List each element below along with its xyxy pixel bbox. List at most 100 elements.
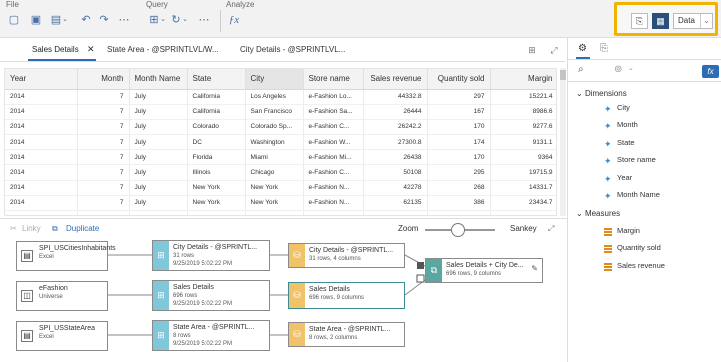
table-cell[interactable]: July (129, 195, 188, 212)
source-node-uscities[interactable]: ▤ SPI_USCitiesInhabitants Excel (16, 241, 116, 271)
table-cell[interactable]: e-Fashion N... (303, 180, 364, 196)
table-cell[interactable]: 2014 (5, 104, 78, 120)
table-cell[interactable]: July (129, 104, 188, 120)
table-cell[interactable]: 23434.7 (490, 195, 556, 212)
table-cell[interactable]: 281 (427, 210, 491, 215)
table-cell[interactable]: California (187, 89, 246, 105)
document-structure-tab-icon[interactable]: ⎘ (600, 43, 608, 54)
table-cell[interactable]: Colorado (187, 119, 246, 136)
search-icon[interactable]: ⌕ (578, 64, 584, 75)
open-icon[interactable]: ▣ (28, 13, 44, 27)
table-row[interactable]: 2014 7 July California Los Angeles e-Fashion … (5, 89, 556, 105)
table-cell[interactable]: 7 (77, 134, 130, 151)
objects-tab-icon[interactable]: ⚙ (578, 43, 587, 54)
table-cell[interactable]: 9131.1 (490, 134, 556, 151)
table-cell[interactable]: 26438 (363, 149, 428, 166)
table-cell[interactable]: 2014 (5, 210, 78, 215)
dimension-item[interactable]: City (617, 103, 630, 112)
table-cell[interactable]: 7 (77, 164, 130, 181)
table-cell[interactable]: New York (187, 195, 246, 212)
table-cell[interactable]: 27300.8 (363, 134, 428, 151)
vertical-scrollbar[interactable] (560, 68, 566, 216)
column-header[interactable]: Year (5, 69, 78, 90)
tab-sales-details[interactable]: Sales Details (32, 45, 79, 54)
table-row[interactable]: 2014 7 July Illinois Chicago e-Fashion C... 50… (5, 164, 556, 181)
table-cell[interactable]: 9364 (490, 149, 556, 166)
table-cell[interactable]: 2014 (5, 89, 78, 105)
more-file-icon[interactable]: ⋯ (116, 13, 132, 27)
table-cell[interactable]: 26444 (363, 104, 428, 120)
table-cell[interactable]: July (129, 210, 188, 215)
design-mode-icon[interactable]: ⎘ (631, 13, 648, 29)
table-cell[interactable]: Miami (245, 149, 304, 166)
fullscreen-icon[interactable]: ⤢ (546, 43, 562, 57)
column-header[interactable]: Store name (303, 69, 364, 90)
table-cell[interactable]: Illinois (187, 164, 246, 181)
table-cell[interactable]: e-Fashion Lo... (303, 89, 364, 105)
table-cell[interactable]: July (129, 149, 188, 166)
filter-settings-icon[interactable]: ⊚ (614, 64, 622, 75)
table-cell[interactable]: DC (187, 134, 246, 151)
table-cell[interactable]: July (129, 119, 188, 136)
table-cell[interactable]: 8986.6 (490, 104, 556, 120)
table-cell[interactable]: 170 (427, 119, 491, 136)
column-header[interactable]: City (245, 69, 304, 90)
table-cell[interactable]: Chicago (245, 164, 304, 181)
query-dropdown-chevron-icon[interactable]: ⌄ (158, 13, 168, 27)
table-cell[interactable]: 167 (427, 104, 491, 120)
table-cell[interactable]: 295 (427, 164, 491, 181)
table-cell[interactable]: July (129, 134, 188, 151)
column-header[interactable]: Quantity sold (427, 69, 491, 90)
query-node-state-area[interactable]: ⊞ State Area - @SPRINTL... 8 rows 9/25/2… (152, 320, 270, 351)
merged-dataset-node[interactable]: ⧉ Sales Details + City De... 696 rows, 9… (425, 258, 543, 283)
dataset-node-sales-details[interactable]: ⛁ Sales Details 696 rows, 9 columns (288, 282, 405, 309)
table-cell[interactable]: 7 (77, 210, 130, 215)
expand-icon[interactable]: ⤢ (548, 224, 554, 234)
new-document-icon[interactable]: ▢ (6, 13, 22, 27)
table-cell[interactable]: e-Fashion Sa... (303, 104, 364, 120)
table-cell[interactable]: California (187, 104, 246, 120)
table-cell[interactable]: 7 (77, 89, 130, 105)
table-cell[interactable]: Washington (245, 134, 304, 151)
more-query-icon[interactable]: ⋯ (196, 13, 212, 27)
table-row[interactable]: 2014 7 July California San Francisco e-Fashio… (5, 104, 556, 120)
measures-section-header[interactable]: ⌄ Measures (576, 209, 620, 218)
table-cell[interactable]: 38039.4 (363, 210, 428, 215)
table-cell[interactable]: 7 (77, 180, 130, 196)
table-cell[interactable]: New York (187, 180, 246, 196)
table-cell[interactable]: 62135 (363, 195, 428, 212)
table-cell[interactable]: 268 (427, 180, 491, 196)
table-cell[interactable]: Colorado Sp... (245, 119, 304, 136)
table-cell[interactable]: 2014 (5, 149, 78, 166)
table-cell[interactable]: Texas (187, 210, 246, 215)
scrollbar-thumb[interactable] (560, 70, 566, 80)
table-cell[interactable]: New York (245, 195, 304, 212)
dataset-node-state-area[interactable]: ⛁ State Area - @SPRINTL... 8 rows, 2 col… (288, 322, 405, 347)
table-row[interactable]: 2014 7 July Colorado Colorado Sp... e-Fashion… (5, 119, 556, 136)
table-row[interactable]: 2014 7 July Florida Miami e-Fashion Mi... 2643… (5, 149, 556, 166)
measure-item[interactable]: Quantity sold (617, 243, 661, 252)
linky-button[interactable]: Linky (22, 224, 41, 233)
table-cell[interactable]: 15221.4 (490, 89, 556, 105)
table-cell[interactable]: e-Fashion W... (303, 134, 364, 151)
table-cell[interactable]: 386 (427, 195, 491, 212)
table-cell[interactable]: 2014 (5, 134, 78, 151)
table-cell[interactable]: 44332.8 (363, 89, 428, 105)
edit-pencil-icon[interactable]: ✎ (531, 264, 538, 273)
dataset-node-city-details[interactable]: ⛁ City Details - @SPRINTL... 31 rows, 4 … (288, 243, 405, 268)
redo-icon[interactable]: ↷ (96, 13, 112, 27)
dimension-item[interactable]: Year (617, 173, 632, 182)
column-header[interactable]: Margin (490, 69, 556, 90)
source-node-usstatearea[interactable]: ▤ SPI_USStateArea Excel (16, 321, 108, 351)
table-row[interactable]: 2014 7 July New York New York e-Fashion N... 4… (5, 180, 556, 196)
measure-item[interactable]: Margin (617, 226, 640, 235)
table-cell[interactable]: July (129, 89, 188, 105)
column-header[interactable]: State (187, 69, 246, 90)
table-cell[interactable]: 174 (427, 134, 491, 151)
tab-city-details[interactable]: City Details - @SPRINTLVL... (240, 45, 345, 54)
table-cell[interactable]: 14331.7 (490, 180, 556, 196)
table-cell[interactable]: July (129, 164, 188, 181)
table-row[interactable]: 2014 7 July New York New York e-Fashion N... 6… (5, 195, 556, 212)
data-mode-icon[interactable]: ▦ (652, 13, 669, 29)
table-cell[interactable]: 7 (77, 149, 130, 166)
